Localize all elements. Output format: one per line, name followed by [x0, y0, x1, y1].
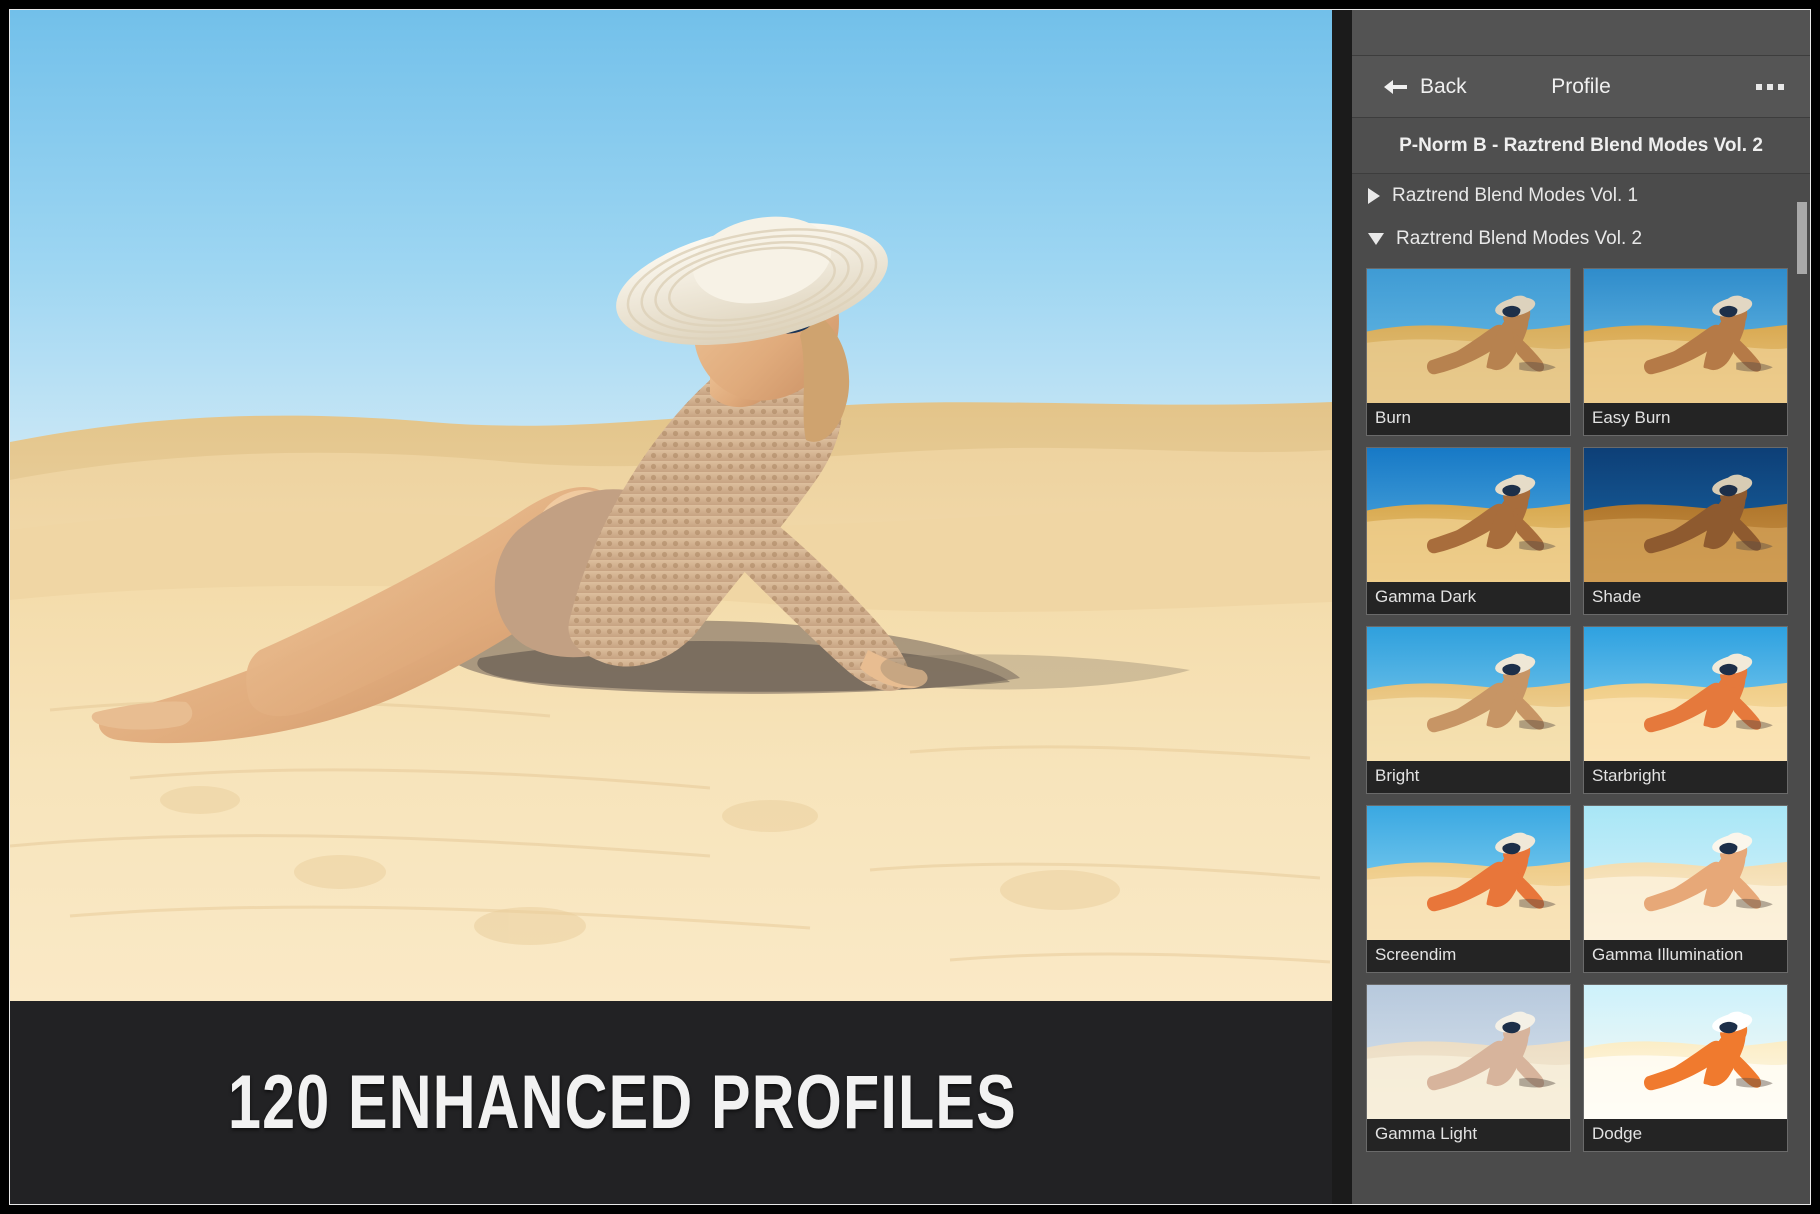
profile-thumbnail-preview	[1367, 806, 1570, 940]
profile-thumbnail-preview	[1584, 448, 1787, 582]
profile-thumbnail-label: Bright	[1367, 761, 1570, 793]
group-header-vol1[interactable]: Raztrend Blend Modes Vol. 1	[1352, 174, 1810, 217]
scrollbar-thumb[interactable]	[1797, 202, 1807, 274]
profile-thumbnail-preview	[1367, 269, 1570, 403]
profile-thumbnail-preview	[1584, 627, 1787, 761]
ellipsis-icon[interactable]	[1756, 83, 1784, 90]
profile-thumbnail-preview	[1584, 269, 1787, 403]
profile-thumbnail-preview	[1367, 448, 1570, 582]
screenshot-frame: 120 ENHANCED PROFILES Back Profile P-Nor…	[0, 0, 1820, 1214]
back-button[interactable]: Back	[1382, 75, 1467, 99]
arrow-left-icon	[1384, 79, 1407, 94]
promo-banner-text: 120 ENHANCED PROFILES	[228, 1060, 1017, 1145]
main-photo-illustration	[10, 10, 1332, 1001]
profile-thumbnail[interactable]: Burn	[1366, 268, 1571, 436]
profile-thumbnail-label: Gamma Light	[1367, 1119, 1570, 1151]
profile-panel: Back Profile P-Norm B - Raztrend Blend M…	[1352, 10, 1810, 1204]
ellipsis-dot	[1767, 83, 1773, 90]
ellipsis-dot	[1756, 83, 1762, 90]
triangle-down-icon	[1368, 232, 1384, 245]
profile-thumbnail[interactable]: Starbright	[1583, 626, 1788, 794]
profile-thumbnail-label: Burn	[1367, 403, 1570, 435]
back-button-label: Back	[1420, 74, 1467, 98]
panel-gutter	[1332, 10, 1352, 1204]
profile-thumbnail-preview	[1584, 985, 1787, 1119]
profile-thumbnail[interactable]: Gamma Illumination	[1583, 805, 1788, 973]
profile-thumbnail[interactable]: Screendim	[1366, 805, 1571, 973]
profile-thumbnail-label: Starbright	[1584, 761, 1787, 793]
panel-header: Back Profile	[1352, 56, 1810, 118]
profile-thumbnail[interactable]: Bright	[1366, 626, 1571, 794]
triangle-right-icon	[1368, 187, 1380, 204]
profile-list-scroll: Raztrend Blend Modes Vol. 1 Raztrend Ble…	[1352, 174, 1810, 1204]
profile-thumbnail-label: Screendim	[1367, 940, 1570, 972]
scrollbar-track[interactable]	[1797, 174, 1807, 1204]
ellipsis-dot	[1778, 83, 1784, 90]
profile-thumbnail-label: Gamma Dark	[1367, 582, 1570, 614]
app-window: 120 ENHANCED PROFILES Back Profile P-Nor…	[9, 9, 1811, 1205]
left-column: 120 ENHANCED PROFILES	[10, 10, 1332, 1204]
current-profile-name: P-Norm B - Raztrend Blend Modes Vol. 2	[1352, 118, 1810, 174]
profile-thumbnail-preview	[1584, 806, 1787, 940]
profile-thumbnail-label: Shade	[1584, 582, 1787, 614]
main-photo[interactable]	[10, 10, 1332, 1001]
profile-thumbnail-grid: Burn Easy Burn Gamma Dark Shade Bright Starbr…	[1352, 260, 1810, 1152]
profile-thumbnail-label: Easy Burn	[1584, 403, 1787, 435]
profile-thumbnail[interactable]: Gamma Dark	[1366, 447, 1571, 615]
profile-thumbnail[interactable]: Easy Burn	[1583, 268, 1788, 436]
promo-banner: 120 ENHANCED PROFILES	[10, 1001, 1332, 1204]
profile-thumbnail[interactable]: Gamma Light	[1366, 984, 1571, 1152]
profile-thumbnail[interactable]: Dodge	[1583, 984, 1788, 1152]
profile-thumbnail-preview	[1367, 627, 1570, 761]
group-label: Raztrend Blend Modes Vol. 1	[1392, 184, 1639, 206]
panel-top-spacer	[1352, 10, 1810, 56]
profile-thumbnail-label: Gamma Illumination	[1584, 940, 1787, 972]
profile-thumbnail-preview	[1367, 985, 1570, 1119]
profile-thumbnail-label: Dodge	[1584, 1119, 1787, 1151]
profile-thumbnail[interactable]: Shade	[1583, 447, 1788, 615]
group-header-vol2[interactable]: Raztrend Blend Modes Vol. 2	[1352, 217, 1810, 260]
group-label: Raztrend Blend Modes Vol. 2	[1396, 227, 1643, 249]
